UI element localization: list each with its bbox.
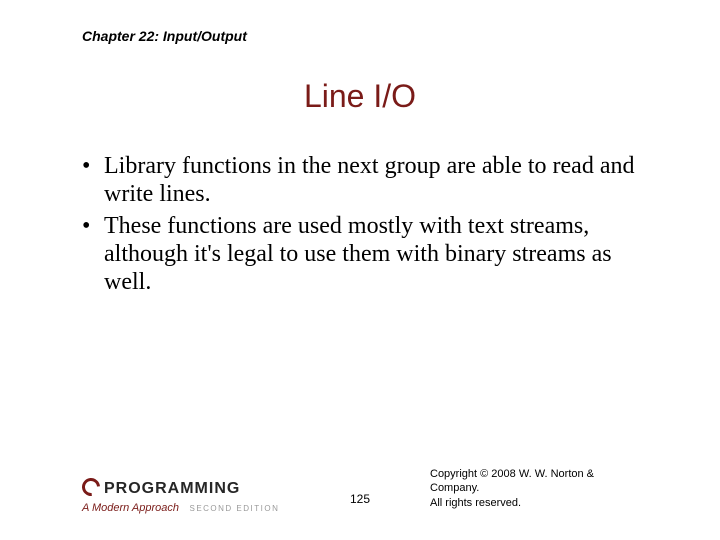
bullet-text: These functions are used mostly with tex… xyxy=(104,213,612,296)
bullet-list: Library functions in the next group are … xyxy=(82,152,650,300)
bullet-text: Library functions in the next group are … xyxy=(104,153,634,207)
footer: PROGRAMMING A Modern Approach SECOND EDI… xyxy=(0,474,720,516)
copyright-line: Copyright © 2008 W. W. Norton & Company. xyxy=(430,467,640,496)
chapter-heading: Chapter 22: Input/Output xyxy=(82,28,247,44)
copyright: Copyright © 2008 W. W. Norton & Company.… xyxy=(430,467,640,510)
copyright-line: All rights reserved. xyxy=(430,496,640,510)
slide: Chapter 22: Input/Output Line I/O Librar… xyxy=(0,0,720,540)
bullet-item: These functions are used mostly with tex… xyxy=(82,212,650,297)
bullet-item: Library functions in the next group are … xyxy=(82,152,650,209)
slide-title: Line I/O xyxy=(0,78,720,115)
